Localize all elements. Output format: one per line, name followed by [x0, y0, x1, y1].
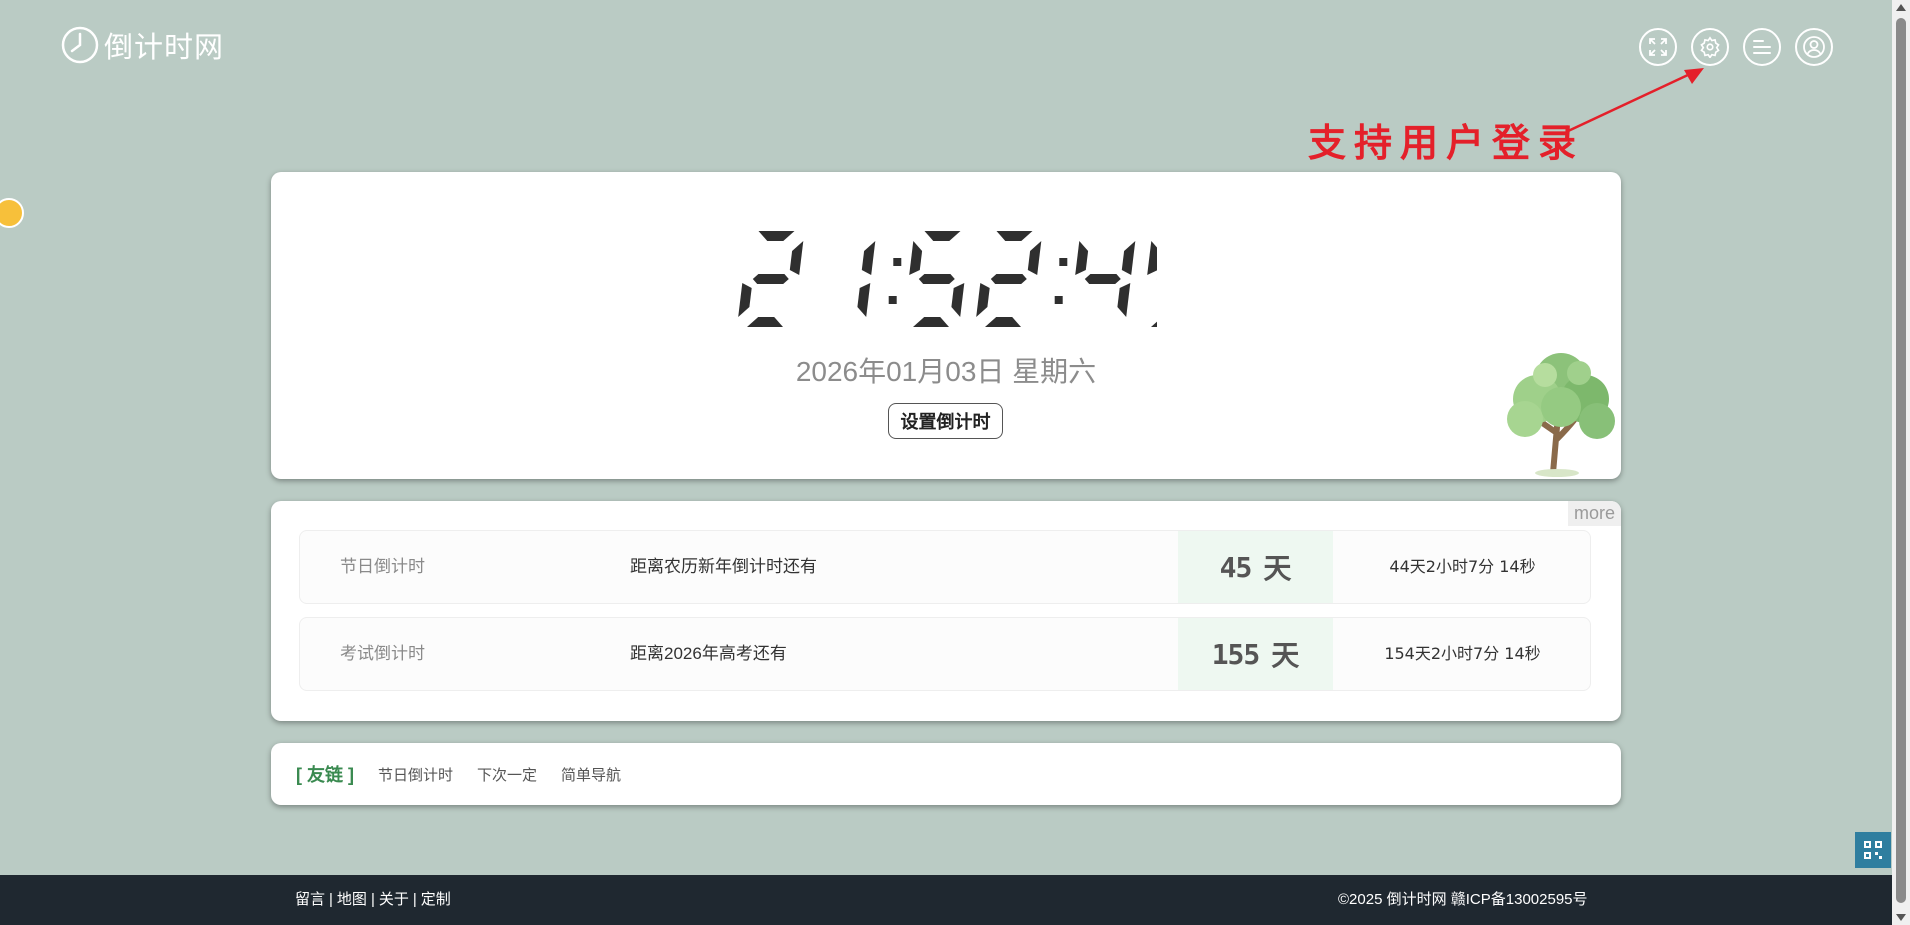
header-toolbar	[1639, 28, 1833, 66]
friend-link[interactable]: 下次一定	[477, 764, 537, 785]
days-number: 155	[1211, 637, 1261, 671]
site-logo[interactable]: 倒计时网	[60, 24, 224, 66]
countdown-days: 155 天	[1178, 618, 1333, 690]
clock-logo-icon	[61, 26, 99, 64]
current-date: 2026年01月03日 星期六	[795, 356, 1097, 387]
clock-segment	[861, 241, 876, 275]
scroll-down-icon[interactable]	[1896, 914, 1906, 921]
gear-icon	[1700, 36, 1720, 58]
digital-clock	[738, 231, 1157, 327]
clock-segment	[985, 317, 1021, 327]
clock-colon	[888, 296, 897, 304]
user-login-button[interactable]	[1795, 28, 1833, 66]
friend-link[interactable]: 简单导航	[561, 764, 621, 785]
page-scrollbar[interactable]	[1892, 0, 1910, 925]
clock-segment	[752, 274, 789, 284]
clock-segment	[738, 283, 752, 317]
clock-segment	[909, 241, 923, 275]
qr-code-icon	[1864, 841, 1882, 859]
clock-segment	[990, 274, 1027, 284]
clock-segment	[1147, 241, 1157, 275]
set-countdown-button[interactable]: 设置倒计时	[888, 403, 1003, 439]
clock-digit	[738, 231, 804, 327]
clock-segment	[1151, 321, 1157, 327]
countdown-list-card: more 节日倒计时 距离农历新年倒计时还有 45 天 44天2小时7分 14秒…	[271, 501, 1621, 721]
clock-segment	[913, 317, 949, 327]
clock-segment	[976, 283, 990, 317]
countdown-row[interactable]: 考试倒计时 距离2026年高考还有 155 天 154天2小时7分 14秒	[299, 617, 1591, 691]
countdown-description: 距离2026年高考还有	[630, 644, 787, 663]
clock-colon	[1059, 258, 1068, 266]
clock-segment	[1121, 241, 1136, 275]
menu-button[interactable]	[1743, 28, 1781, 66]
countdown-days: 45 天	[1178, 531, 1333, 603]
logo-text: 倒计时网	[104, 30, 225, 64]
countdown-detail: 44天2小时7分 14秒	[1389, 557, 1536, 576]
clock-segment	[857, 283, 871, 317]
clock-segment	[758, 231, 795, 241]
countdown-row[interactable]: 节日倒计时 距离农历新年倒计时还有 45 天 44天2小时7分 14秒	[299, 530, 1591, 604]
footer-copyright: ©2025 倒计时网 赣ICP备13002595号	[1338, 891, 1588, 908]
side-pin-icon[interactable]	[0, 198, 24, 228]
fullscreen-icon	[1649, 38, 1667, 56]
footer-links: 留言 | 地图 | 关于 | 定制	[295, 875, 451, 925]
clock-segment	[789, 241, 804, 275]
clock-digit	[976, 231, 1042, 327]
footer-link-about[interactable]: 关于	[379, 891, 409, 908]
clock-card: 2026年01月03日 星期六 设置倒计时	[271, 172, 1621, 479]
clock-segment	[951, 283, 965, 317]
friend-links-card: [ 友链 ] 节日倒计时 下次一定 简单导航	[271, 743, 1621, 805]
scrollbar-thumb[interactable]	[1896, 18, 1906, 903]
clock-colon	[1054, 296, 1063, 304]
fullscreen-button[interactable]	[1639, 28, 1677, 66]
settings-button[interactable]	[1691, 28, 1729, 66]
footer-separator: |	[412, 891, 417, 908]
friend-link[interactable]: 节日倒计时	[378, 764, 453, 785]
days-unit: 天	[1263, 553, 1292, 584]
clock-digit	[1075, 241, 1136, 317]
clock-digit	[909, 231, 965, 327]
footer-separator: |	[370, 891, 375, 908]
countdown-category: 节日倒计时	[340, 557, 425, 576]
clock-colon	[893, 258, 902, 266]
annotation-text: 支持用户登录	[1308, 120, 1585, 165]
clock-segment	[918, 274, 955, 284]
more-link[interactable]: more	[1567, 501, 1621, 526]
qr-code-button[interactable]	[1855, 832, 1891, 868]
footer-link-map[interactable]: 地图	[337, 891, 367, 908]
clock-segment	[1084, 274, 1121, 284]
clock-digit	[1147, 241, 1157, 327]
footer-link-custom[interactable]: 定制	[421, 891, 451, 908]
clock-segment	[1075, 241, 1089, 275]
user-icon	[1803, 36, 1825, 58]
menu-icon	[1753, 40, 1771, 54]
footer: 留言 | 地图 | 关于 | 定制 ©2025 倒计时网 赣ICP备13002595号	[0, 875, 1910, 925]
clock-segment	[747, 317, 783, 327]
friend-links-title: [ 友链 ]	[296, 765, 354, 785]
clock-segment	[1117, 283, 1131, 317]
countdown-description: 距离农历新年倒计时还有	[630, 557, 817, 576]
days-unit: 天	[1271, 640, 1300, 671]
footer-link-message[interactable]: 留言	[295, 891, 325, 908]
clock-segment	[1027, 241, 1042, 275]
countdown-category: 考试倒计时	[340, 644, 425, 663]
tree-illustration	[1507, 353, 1615, 477]
days-number: 45	[1219, 550, 1253, 584]
clock-digit	[857, 241, 876, 317]
clock-segment	[924, 231, 961, 241]
scroll-up-icon[interactable]	[1896, 4, 1906, 11]
clock-segment	[996, 231, 1033, 241]
footer-separator: |	[329, 891, 333, 908]
countdown-detail: 154天2小时7分 14秒	[1384, 644, 1541, 663]
